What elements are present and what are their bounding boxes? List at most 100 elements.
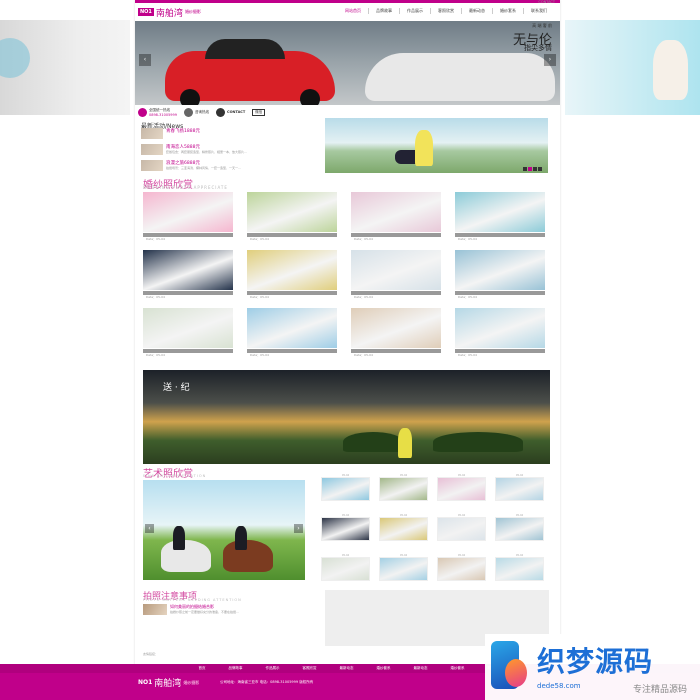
art-photo-item[interactable]: 05-04 bbox=[379, 470, 428, 502]
footer-nav-item[interactable]: 婚纱套系 bbox=[377, 664, 391, 673]
wedding-photo[interactable] bbox=[143, 192, 233, 232]
wechat-item[interactable]: 微信 bbox=[249, 108, 266, 116]
nav-item-works[interactable]: 作品展示 bbox=[400, 8, 431, 14]
wedding-photo[interactable] bbox=[143, 250, 233, 290]
nav-item-home[interactable]: 网站首页 bbox=[338, 8, 369, 14]
notice-section-subtitle: PHOTO MATTERS NEEDING ATTENTION bbox=[143, 598, 242, 602]
art-photo[interactable] bbox=[437, 477, 486, 501]
wedding-photo-item[interactable]: Date：05-04 bbox=[455, 192, 545, 241]
footer-nav-item[interactable]: 首页 bbox=[199, 664, 206, 673]
art-photo[interactable] bbox=[495, 557, 544, 581]
wedding-photo-item[interactable]: Date：05-04 bbox=[247, 308, 337, 357]
art-photo-item[interactable]: 05-04 bbox=[495, 470, 544, 502]
art-photo[interactable] bbox=[379, 517, 428, 541]
wedding-photo[interactable] bbox=[247, 308, 337, 348]
hero-banner: 高 端 奢 前 无与伦 指尖多情 ‹ › bbox=[135, 21, 560, 105]
left-side-decoration bbox=[0, 20, 130, 115]
art-photo-item[interactable]: 05-04 bbox=[379, 510, 428, 542]
art-photo-item[interactable]: 05-04 bbox=[437, 470, 486, 502]
wedding-photo-item[interactable]: Date：05-04 bbox=[351, 192, 441, 241]
watermark-slogan: 专注精品源码 bbox=[632, 684, 687, 695]
white-horse-shape bbox=[161, 540, 211, 572]
footer-nav-item[interactable]: 客照欣赏 bbox=[303, 664, 317, 673]
footer-nav-item[interactable]: 品牌故事 bbox=[229, 664, 243, 673]
banner-next-arrow-icon[interactable]: › bbox=[544, 54, 556, 66]
art-photo[interactable] bbox=[321, 517, 370, 541]
wedding-photo[interactable] bbox=[351, 250, 441, 290]
footer-logo[interactable]: NO1 南舶湾 婚纱摄影 bbox=[138, 676, 199, 689]
slider-dot[interactable] bbox=[528, 167, 532, 171]
art-photo[interactable] bbox=[379, 477, 428, 501]
art-photo[interactable] bbox=[437, 517, 486, 541]
art-photo-item[interactable]: 05-04 bbox=[437, 550, 486, 582]
art-photo-item[interactable]: 05-04 bbox=[321, 550, 370, 582]
news-item-desc: 套餐包含：两套服装造型、精修照片、相册一本、放大照片... bbox=[166, 150, 247, 154]
art-photo-item[interactable]: 05-04 bbox=[437, 510, 486, 542]
nav-item-news[interactable]: 最新动态 bbox=[462, 8, 493, 14]
wide-scenery-banner[interactable]: 送 · 纪 bbox=[143, 370, 550, 464]
art-photo-item[interactable]: 05-04 bbox=[321, 470, 370, 502]
slider-dot[interactable] bbox=[538, 167, 542, 171]
nav-item-clients[interactable]: 客照欣赏 bbox=[431, 8, 462, 14]
wedding-photo[interactable] bbox=[455, 308, 545, 348]
wedding-photo-item[interactable]: Date：05-04 bbox=[351, 250, 441, 299]
wedding-photo[interactable] bbox=[455, 192, 545, 232]
art-photo[interactable] bbox=[495, 477, 544, 501]
news-item[interactable]: 青春飞扬1888元 bbox=[141, 128, 321, 141]
wedding-photo[interactable] bbox=[455, 250, 545, 290]
footer-nav-item[interactable]: 作品展示 bbox=[266, 664, 280, 673]
art-photo-item[interactable]: 05-04 bbox=[495, 550, 544, 582]
footer-nav-item[interactable]: 最新动态 bbox=[340, 664, 354, 673]
nav-item-packages[interactable]: 婚纱套系 bbox=[493, 8, 524, 14]
wedding-photo[interactable] bbox=[247, 192, 337, 232]
art-photo[interactable] bbox=[437, 557, 486, 581]
wedding-photo[interactable] bbox=[351, 308, 441, 348]
art-photo[interactable] bbox=[379, 557, 428, 581]
site-logo[interactable]: NO1 南舶湾 婚纱摄影 bbox=[138, 6, 201, 19]
news-item[interactable]: 浪漫之旅6888元 拍摄场景：三亚海滨、椰林风情、一套一造型、一天一... bbox=[141, 160, 321, 173]
nav-item-contact[interactable]: 联系我们 bbox=[524, 8, 554, 14]
wedding-photo-item[interactable]: Date：05-04 bbox=[143, 308, 233, 357]
art-next-arrow-icon[interactable]: › bbox=[294, 524, 303, 533]
wedding-photo-item[interactable]: Date：05-04 bbox=[247, 250, 337, 299]
art-slider-image[interactable]: ‹ › bbox=[143, 480, 305, 580]
hotline-item: 全国统一热线 0898-31005999 bbox=[135, 107, 177, 117]
art-photo-item[interactable]: 05-04 bbox=[379, 550, 428, 582]
contact-top-link[interactable]: CONTACT bbox=[538, 0, 555, 4]
footer-logo-badge: NO1 bbox=[138, 679, 153, 686]
footer-nav-item[interactable]: 最新动态 bbox=[414, 664, 428, 673]
art-photo-item[interactable]: 05-04 bbox=[495, 510, 544, 542]
wedding-photo-item[interactable]: Date：05-04 bbox=[247, 192, 337, 241]
news-slider-image[interactable] bbox=[325, 118, 548, 173]
watermark: 织梦源码 dede58.com 专注精品源码 bbox=[485, 634, 700, 700]
wedding-photo[interactable] bbox=[247, 250, 337, 290]
slider-dot[interactable] bbox=[523, 167, 527, 171]
wedding-photo[interactable] bbox=[143, 308, 233, 348]
wedding-photo-date: Date：05-04 bbox=[146, 295, 165, 299]
brown-horse-shape bbox=[223, 540, 273, 572]
banner-prev-arrow-icon[interactable]: ‹ bbox=[139, 54, 151, 66]
rider-shape bbox=[173, 526, 185, 550]
footer-nav-item[interactable]: 婚纱套系 bbox=[451, 664, 465, 673]
page: NO1 南舶湾 婚纱摄影 CONTACT 网站首页 品牌故事 作品展示 客照欣赏… bbox=[0, 0, 700, 700]
wedding-photo-item[interactable]: Date：05-04 bbox=[351, 308, 441, 357]
art-photo[interactable] bbox=[321, 477, 370, 501]
contact-item[interactable]: CONTACT bbox=[213, 107, 245, 117]
art-photo[interactable] bbox=[495, 517, 544, 541]
wedding-photo-item[interactable]: Date：05-04 bbox=[143, 250, 233, 299]
wedding-photo-item[interactable]: Date：05-04 bbox=[455, 308, 545, 357]
wedding-photo[interactable] bbox=[351, 192, 441, 232]
art-prev-arrow-icon[interactable]: ‹ bbox=[145, 524, 154, 533]
nav-item-brand[interactable]: 品牌故事 bbox=[369, 8, 400, 14]
right-side-decoration bbox=[565, 20, 700, 115]
news-item-title[interactable]: 青春飞扬1888元 bbox=[166, 128, 200, 134]
wedding-photo-date: Date：05-04 bbox=[354, 295, 373, 299]
wedding-photo-item[interactable]: Date：05-04 bbox=[455, 250, 545, 299]
notice-item[interactable]: 如何美丽的拍摄结婚合影 拍婚纱照之前一定要做好充分的准备，不要在拍摄... bbox=[143, 604, 318, 615]
wedding-photo-item[interactable]: Date：05-04 bbox=[143, 192, 233, 241]
news-item[interactable]: 南海恋人5888元 套餐包含：两套服装造型、精修照片、相册一本、放大照片... bbox=[141, 144, 321, 157]
art-photo-item[interactable]: 05-04 bbox=[321, 510, 370, 542]
wedding-photo-date: Date：05-04 bbox=[250, 295, 269, 299]
slider-dot[interactable] bbox=[533, 167, 537, 171]
art-photo[interactable] bbox=[321, 557, 370, 581]
